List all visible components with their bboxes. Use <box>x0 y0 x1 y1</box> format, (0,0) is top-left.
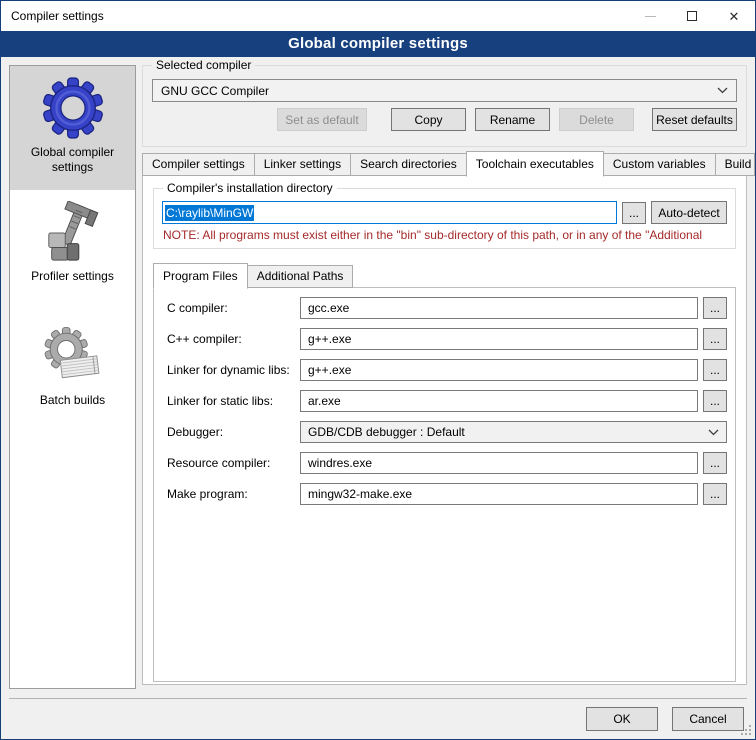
program-tab[interactable]: Program Files <box>153 263 248 289</box>
settings-content: Selected compiler GNU GCC Compiler Set a… <box>142 65 747 685</box>
caliper-icon <box>42 201 104 263</box>
compiler-action-button[interactable]: Set as default <box>277 108 367 131</box>
installation-directory-group-label: Compiler's installation directory <box>163 181 337 195</box>
field-input[interactable]: windres.exe <box>300 452 698 474</box>
titlebar: Compiler settings ✕ <box>1 1 755 31</box>
minimize-button[interactable] <box>629 1 671 31</box>
field-row: Linker for static libs: ar.exe ... <box>162 390 727 412</box>
program-tab[interactable]: Additional Paths <box>247 265 354 288</box>
main-tab[interactable]: Linker settings <box>254 153 351 176</box>
installation-directory-group: Compiler's installation directory C:\ray… <box>153 188 736 249</box>
field-label: Resource compiler: <box>162 456 300 470</box>
gear-stack-icon <box>42 325 104 387</box>
main-tab[interactable]: Compiler settings <box>142 153 255 176</box>
field-value: g++.exe <box>308 332 351 346</box>
field-input[interactable]: gcc.exe <box>300 297 698 319</box>
settings-category-list: Global compiler settings <box>9 65 136 689</box>
sidebar-item[interactable]: Profiler settings <box>10 190 135 314</box>
installation-directory-input[interactable]: C:\raylib\MinGW <box>162 201 617 224</box>
field-label: Debugger: <box>162 425 300 439</box>
compiler-action-button[interactable]: Delete <box>559 108 634 131</box>
field-value: g++.exe <box>308 363 351 377</box>
maximize-button[interactable] <box>671 1 713 31</box>
compiler-action-button[interactable]: Copy <box>391 108 466 131</box>
close-button[interactable]: ✕ <box>713 1 755 31</box>
ok-button[interactable]: OK <box>586 707 658 731</box>
selected-compiler-group: Selected compiler GNU GCC Compiler Set a… <box>142 65 747 147</box>
close-icon: ✕ <box>729 10 740 23</box>
page-title: Global compiler settings <box>1 31 755 57</box>
browse-button[interactable]: ... <box>703 297 727 319</box>
program-tabstrip: Program FilesAdditional Paths <box>153 263 736 288</box>
window-title: Compiler settings <box>1 9 104 23</box>
sidebar-item-label: Global compiler settings <box>10 145 135 175</box>
field-value: windres.exe <box>308 456 372 470</box>
field-label: C compiler: <box>162 301 300 315</box>
selected-compiler-group-label: Selected compiler <box>152 58 255 72</box>
field-row: Resource compiler: windres.exe ... <box>162 452 727 474</box>
browse-button[interactable]: ... <box>703 483 727 505</box>
browse-button[interactable]: ... <box>703 359 727 381</box>
program-tabs: Program FilesAdditional Paths <box>153 263 352 288</box>
bin-subdirectory-note: NOTE: All programs must exist either in … <box>163 228 727 242</box>
field-input[interactable]: g++.exe <box>300 359 698 381</box>
field-input[interactable]: g++.exe <box>300 328 698 350</box>
sidebar-item-icon <box>10 200 135 264</box>
main-tab[interactable]: Build options <box>715 153 755 176</box>
chevron-down-icon <box>708 429 719 436</box>
field-label: C++ compiler: <box>162 332 300 346</box>
field-label: Make program: <box>162 487 300 501</box>
compiler-action-button[interactable]: Rename <box>475 108 550 131</box>
maximize-icon <box>687 11 697 21</box>
window-controls: ✕ <box>629 1 755 31</box>
resize-grip[interactable] <box>740 724 753 737</box>
main-tab[interactable]: Toolchain executables <box>466 151 604 177</box>
sidebar-item-icon <box>10 76 135 140</box>
compiler-select[interactable]: GNU GCC Compiler <box>152 79 737 102</box>
installation-directory-value: C:\raylib\MinGW <box>165 205 254 221</box>
auto-detect-button[interactable]: Auto-detect <box>651 201 727 224</box>
field-value: GDB/CDB debugger : Default <box>308 425 465 439</box>
compiler-select-value: GNU GCC Compiler <box>161 84 269 98</box>
installation-directory-row: C:\raylib\MinGW ... Auto-detect <box>162 201 727 224</box>
field-row: C compiler: gcc.exe ... <box>162 297 727 319</box>
field-input[interactable]: GDB/CDB debugger : Default <box>300 421 727 443</box>
sidebar-item-icon <box>10 324 135 388</box>
browse-directory-button[interactable]: ... <box>622 202 646 224</box>
field-row: C++ compiler: g++.exe ... <box>162 328 727 350</box>
toolchain-executables-page: Compiler's installation directory C:\ray… <box>142 175 747 685</box>
main-tabstrip: Compiler settingsLinker settingsSearch d… <box>142 151 747 176</box>
sidebar-item[interactable]: Batch builds <box>10 314 135 438</box>
field-input[interactable]: mingw32-make.exe <box>300 483 698 505</box>
cancel-button[interactable]: Cancel <box>672 707 744 731</box>
dialog-footer: OK Cancel <box>9 698 747 739</box>
program-files-page: C compiler: gcc.exe ... C++ compiler: g+… <box>153 287 736 682</box>
field-label: Linker for dynamic libs: <box>162 363 300 377</box>
field-row: Make program: mingw32-make.exe ... <box>162 483 727 505</box>
blue-gear-icon <box>42 77 104 139</box>
compiler-action-button[interactable]: Reset defaults <box>652 108 737 131</box>
field-label: Linker for static libs: <box>162 394 300 408</box>
field-value: gcc.exe <box>308 301 349 315</box>
browse-button[interactable]: ... <box>703 328 727 350</box>
browse-button[interactable]: ... <box>703 452 727 474</box>
main-tab[interactable]: Custom variables <box>603 153 716 176</box>
field-row: Debugger: GDB/CDB debugger : Default ... <box>162 421 727 443</box>
sidebar-item-label: Batch builds <box>10 393 135 408</box>
dialog-body: Global compiler settings <box>1 57 755 739</box>
chevron-down-icon <box>717 87 728 94</box>
browse-button[interactable]: ... <box>703 390 727 412</box>
main-tabs: Compiler settingsLinker settingsSearch d… <box>142 151 754 176</box>
field-row: Linker for dynamic libs: g++.exe ... <box>162 359 727 381</box>
main-tab[interactable]: Search directories <box>350 153 467 176</box>
field-value: ar.exe <box>308 394 341 408</box>
compiler-actions: Set as default Copy Rename Delete Reset defa… <box>143 108 746 131</box>
field-input[interactable]: ar.exe <box>300 390 698 412</box>
sidebar-item-label: Profiler settings <box>10 269 135 284</box>
minimize-icon <box>645 16 656 17</box>
field-value: mingw32-make.exe <box>308 487 412 501</box>
sidebar-item[interactable]: Global compiler settings <box>10 66 135 190</box>
compiler-settings-dialog: Compiler settings ✕ Global compiler sett… <box>0 0 756 740</box>
